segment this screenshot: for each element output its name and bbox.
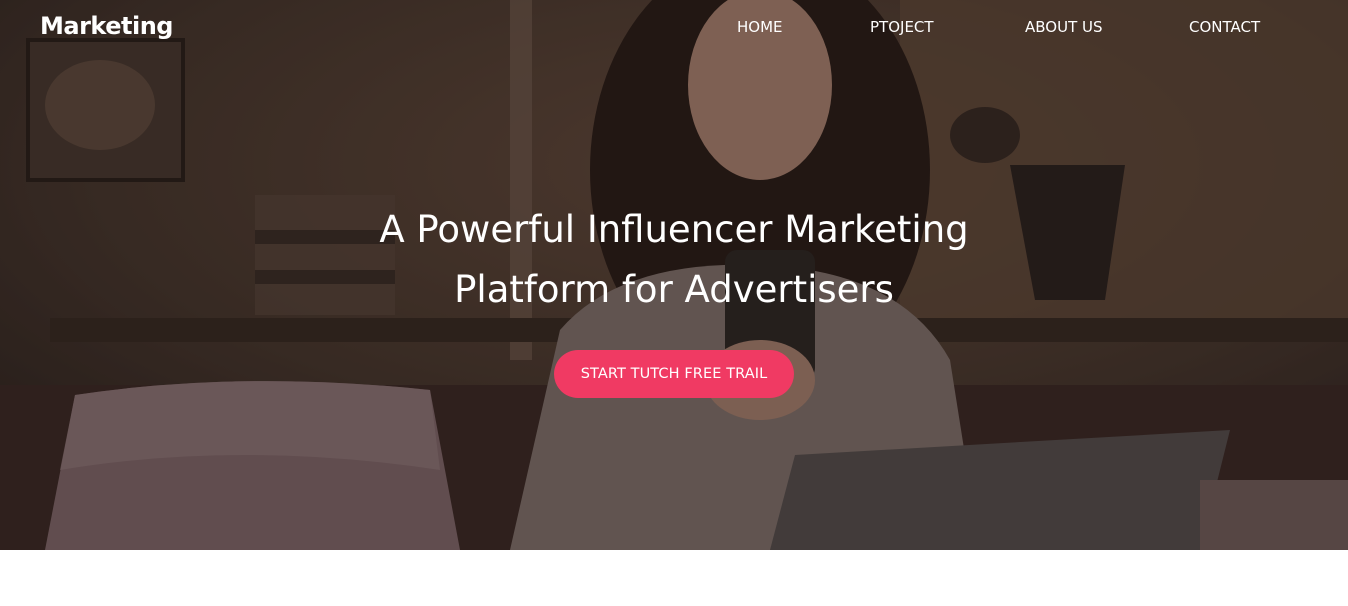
hero-title-line-2: Platform for Advertisers: [454, 268, 894, 311]
hero-title: A Powerful Influencer Marketing Platform…: [324, 200, 1024, 320]
start-free-trial-button[interactable]: START TUTCH FREE TRAIL: [554, 350, 794, 398]
hero-content: A Powerful Influencer Marketing Platform…: [0, 200, 1348, 398]
nav-menu: HOME PTOJECT ABOUT US CONTACT: [0, 18, 1348, 40]
nav-link-home[interactable]: HOME: [737, 18, 783, 36]
nav-link-about-us[interactable]: ABOUT US: [1025, 18, 1103, 36]
page-body-blank-area: [0, 550, 1348, 606]
nav-link-contact[interactable]: CONTACT: [1189, 18, 1260, 36]
navbar: Marketing HOME PTOJECT ABOUT US CONTACT: [0, 0, 1348, 56]
hero-section: Marketing HOME PTOJECT ABOUT US CONTACT …: [0, 0, 1348, 550]
hero-title-line-1: A Powerful Influencer Marketing: [379, 208, 969, 251]
nav-link-project[interactable]: PTOJECT: [870, 18, 934, 36]
